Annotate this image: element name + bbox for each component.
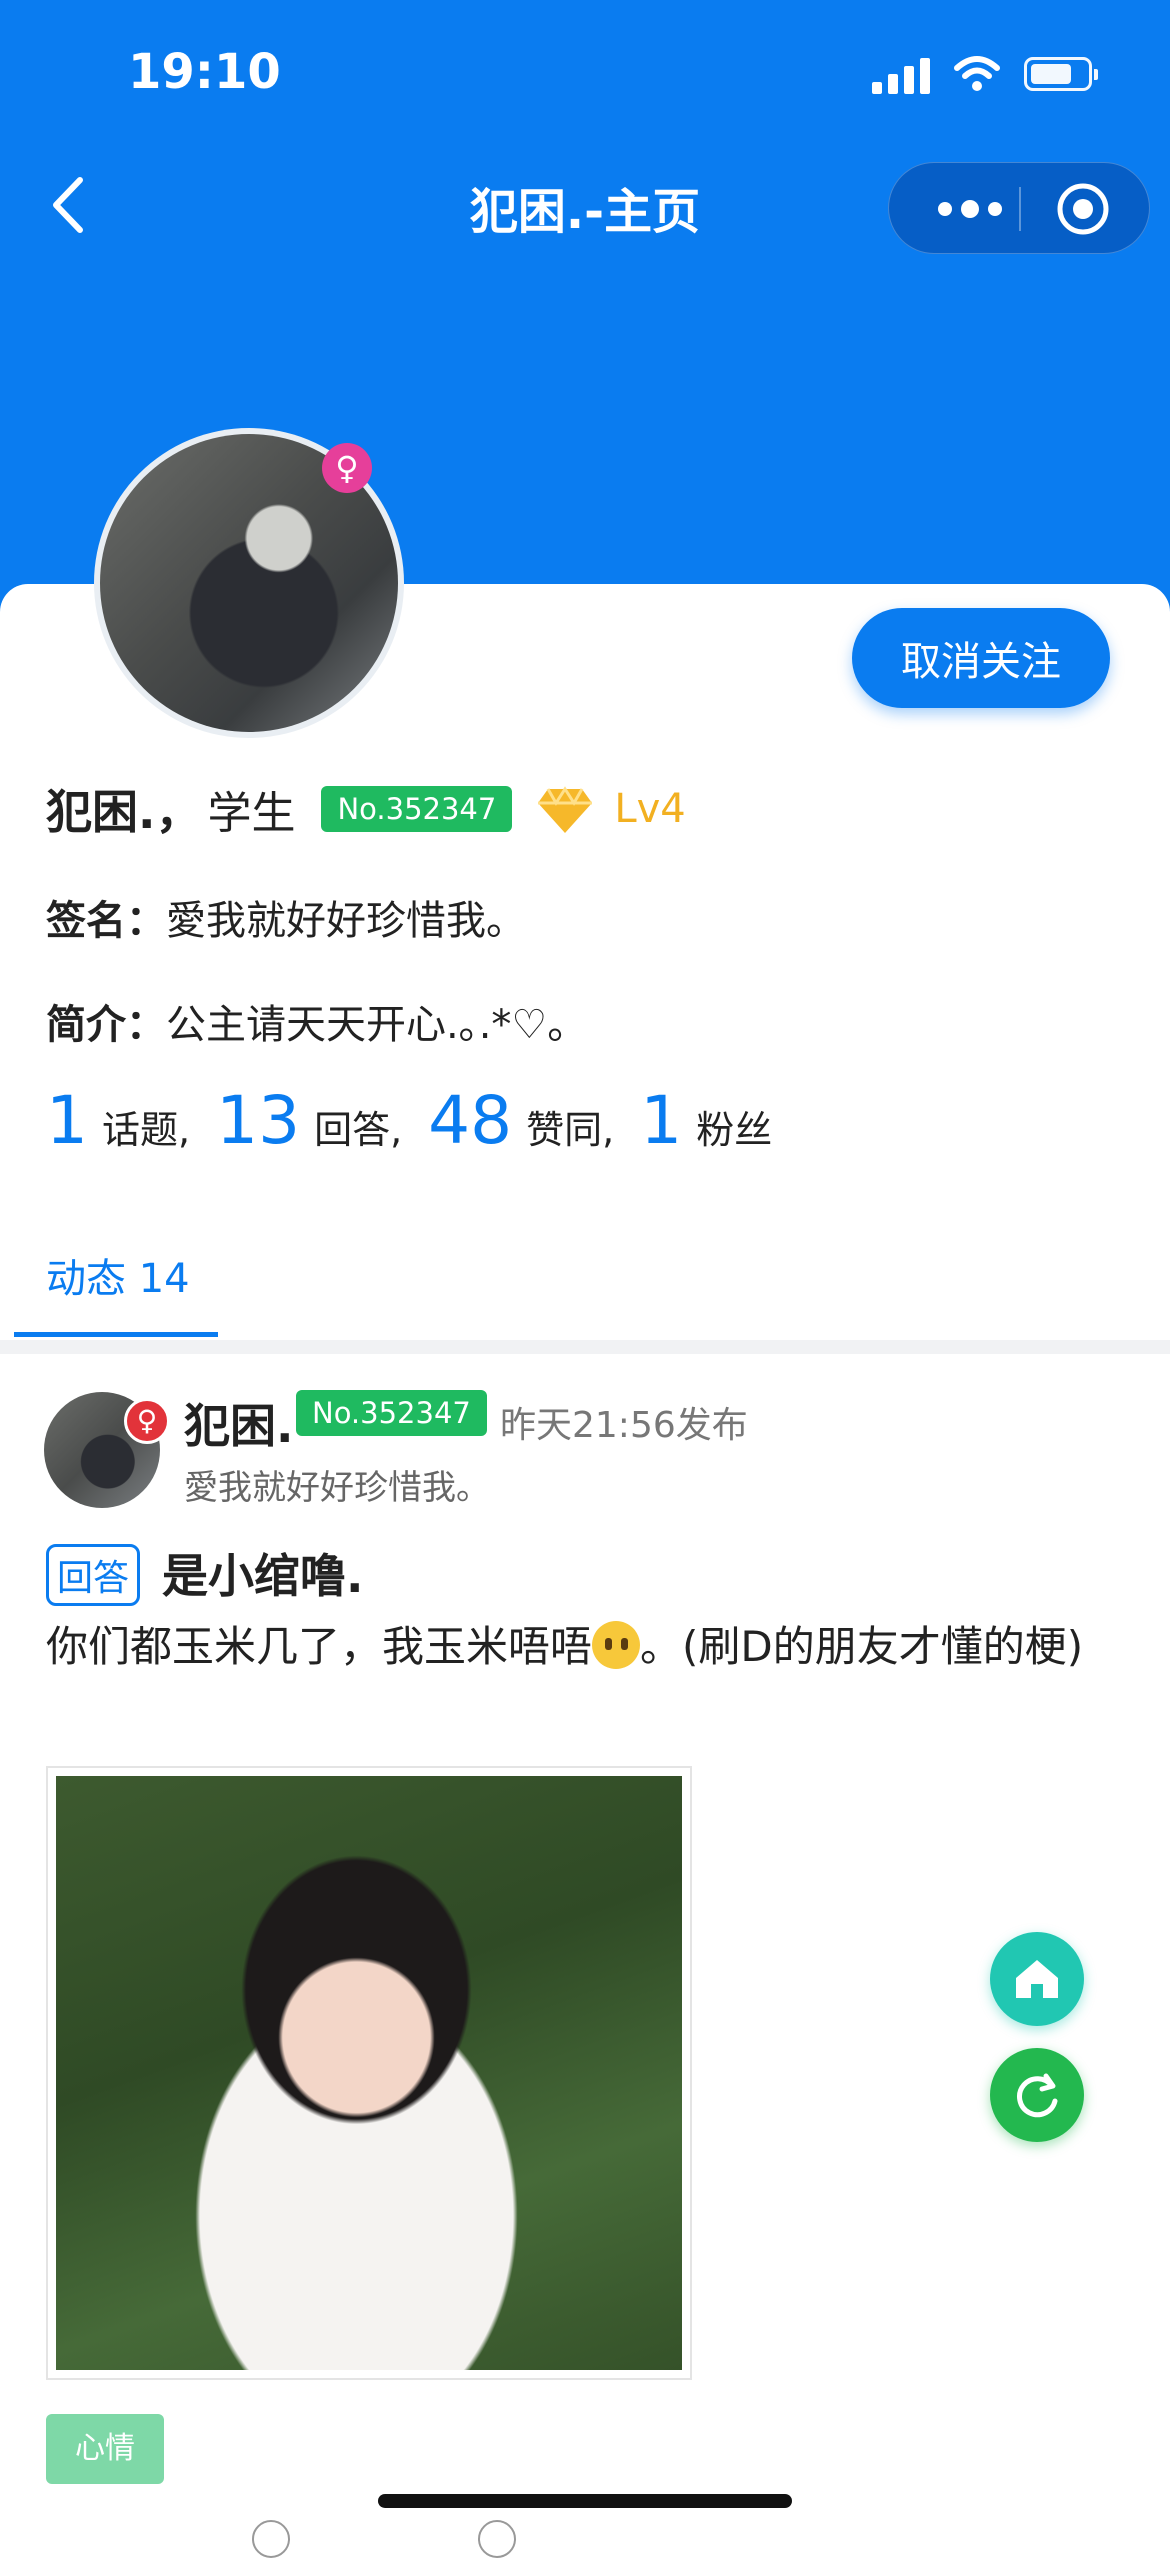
intro-line: 简介：公主请天天开心.｡.*♡。 [46,992,587,1050]
intro-key: 简介： [46,1002,166,1048]
home-button[interactable] [990,1932,1084,2026]
intro-text: 公主请天天开心.｡.*♡。 [166,1002,588,1048]
answers-count[interactable]: 13 [216,1082,300,1159]
post-title[interactable]: 是小绾噜. [162,1540,363,1606]
tab-activity[interactable]: 动态 14 [46,1246,190,1304]
post-time: 昨天21:56发布 [500,1405,748,1446]
likes-label: 赞同, [526,1108,615,1152]
home-icon [1016,1960,1058,1998]
post-topic-tag[interactable]: 心情 [46,2414,164,2484]
post-author-signature: 愛我就好好珍惜我。 [184,1468,490,1508]
signature-line: 签名：愛我就好好珍惜我。 [46,888,526,946]
profile-occupation: 学生 [207,788,296,839]
status-bar: 19:10 [0,0,1170,150]
profile-name-line: 犯困. ， 学生 No.352347 Lv4 [46,776,686,842]
wifi-icon [954,56,1000,91]
signal-icon [872,54,930,94]
female-icon: ♀ [322,443,372,493]
likes-count[interactable]: 48 [428,1082,512,1159]
refresh-icon [1017,2073,1058,2118]
post-type-tag: 回答 [46,1544,141,1606]
post-body-text-start: 你们都玉米几了，我玉米唔唔 [46,1622,593,1671]
section-divider [0,1340,1170,1354]
member-number-badge: No.352347 [321,786,513,832]
signature-text: 愛我就好好珍惜我。 [166,898,526,944]
mini-program-capsule [888,162,1150,254]
more-dots-icon[interactable] [925,189,1015,229]
capsule-divider [1019,187,1021,231]
refresh-button[interactable] [990,2048,1084,2142]
topics-label: 话题, [102,1108,191,1152]
topics-count[interactable]: 1 [46,1082,88,1159]
post-image[interactable] [46,1766,692,2380]
battery-icon [1024,57,1098,91]
status-time: 19:10 [128,44,281,100]
fans-count[interactable]: 1 [640,1082,682,1159]
action-icon[interactable] [252,2520,290,2558]
diamond-icon [538,786,593,833]
female-icon: ♀ [124,1398,170,1444]
profile-nickname: 犯困. [46,785,156,839]
signature-key: 签名： [46,898,166,944]
speechless-face-icon [592,1621,641,1669]
post-photo [56,1776,682,2370]
profile-stats: 1 话题, 13 回答, 48 赞同, 1 粉丝 [46,1082,798,1159]
action-icon[interactable] [478,2520,516,2558]
post-body[interactable]: 你们都玉米几了，我玉米唔唔 。(刷D的朋友才懂的梗) [46,1614,1126,1680]
status-icons [872,54,1098,94]
unfollow-button[interactable]: 取消关注 [852,608,1110,708]
post-body-text-end: 。(刷D的朋友才懂的梗) [640,1622,1084,1671]
post-author-name[interactable]: 犯困. [184,1390,293,1456]
answers-label: 回答, [314,1108,403,1152]
name-separator: ， [155,785,202,839]
tab-underline [14,1332,218,1337]
level-label: Lv4 [614,786,686,832]
target-icon[interactable] [1055,181,1111,237]
fans-label: 粉丝 [696,1108,773,1152]
home-indicator [378,2494,792,2508]
post-member-number-badge: No.352347 [296,1390,487,1436]
